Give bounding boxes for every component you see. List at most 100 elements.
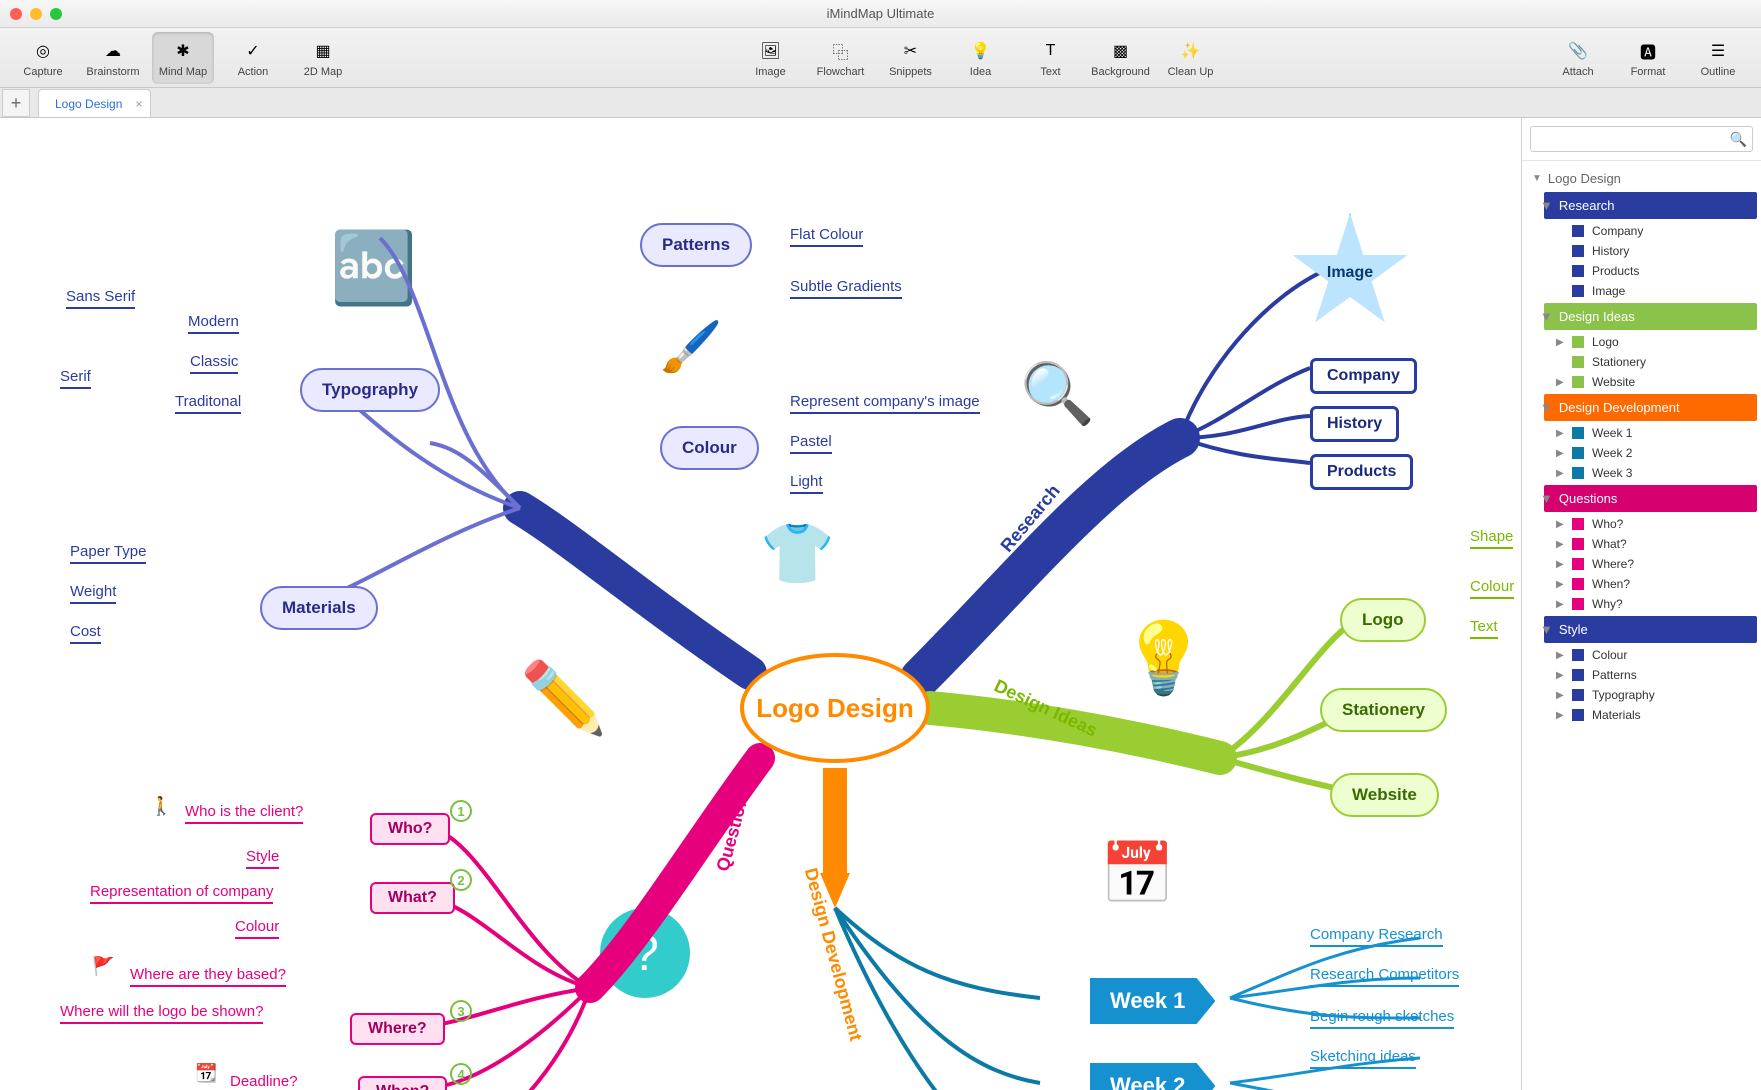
leaf-rough-sketches[interactable]: Begin rough sketches [1310, 1008, 1454, 1029]
outline-item[interactable]: ▶Week 3 [1526, 463, 1757, 483]
node-when[interactable]: When? [358, 1076, 447, 1090]
node-where[interactable]: Where? [350, 1013, 445, 1045]
outline-section-design-ideas[interactable]: ▼Design Ideas [1544, 303, 1757, 330]
toolbar-action-button[interactable]: ✓Action [222, 32, 284, 84]
toolbar-cleanup-button[interactable]: ✨Clean Up [1160, 32, 1222, 84]
leaf-logo-shape[interactable]: Shape [1470, 528, 1513, 549]
node-typography[interactable]: Typography [300, 368, 440, 412]
window-minimize-button[interactable] [30, 8, 42, 20]
central-node[interactable]: Logo Design [740, 653, 930, 763]
new-tab-button[interactable]: + [2, 89, 30, 117]
leaf-typ-trad[interactable]: Traditonal [175, 393, 241, 414]
outline-section-research[interactable]: ▼Research [1544, 192, 1757, 219]
node-patterns[interactable]: Patterns [640, 223, 752, 267]
outline-item[interactable]: ▶Patterns [1526, 665, 1757, 685]
outline-item[interactable]: Stationery [1526, 352, 1757, 372]
node-logo[interactable]: Logo [1340, 598, 1426, 642]
leaf-typ-modern[interactable]: Modern [188, 313, 239, 334]
outline-section-questions[interactable]: ▼Questions [1544, 485, 1757, 512]
node-stationery[interactable]: Stationery [1320, 688, 1447, 732]
node-what[interactable]: What? [370, 882, 455, 914]
leaf-what-rep[interactable]: Representation of company [90, 883, 273, 904]
outline-item[interactable]: ▶Week 1 [1526, 423, 1757, 443]
outline-root[interactable]: ▼Logo Design [1526, 167, 1757, 190]
node-company[interactable]: Company [1310, 358, 1417, 394]
leaf-company-research[interactable]: Company Research [1310, 926, 1443, 947]
outline-item[interactable]: ▶When? [1526, 574, 1757, 594]
outline-search-input[interactable] [1530, 126, 1753, 152]
node-website[interactable]: Website [1330, 773, 1439, 817]
toolbar-map2d-button[interactable]: ▦2D Map [292, 32, 354, 84]
toolbar-text-button[interactable]: TText [1020, 32, 1082, 84]
outline-item[interactable]: Company [1526, 221, 1757, 241]
outline-section-design-development[interactable]: ▼Design Development [1544, 394, 1757, 421]
outline-item[interactable]: ▶Website [1526, 372, 1757, 392]
leaf-col-rep[interactable]: Represent company's image [790, 393, 980, 414]
leaf-col-light[interactable]: Light [790, 473, 823, 494]
leaf-logo-colour[interactable]: Colour [1470, 578, 1514, 599]
toolbar-capture-button[interactable]: ◎Capture [12, 32, 74, 84]
leaf-what-style[interactable]: Style [246, 848, 279, 869]
toolbar-format-button[interactable]: 🅰Format [1617, 32, 1679, 84]
outline-item[interactable]: ▶Where? [1526, 554, 1757, 574]
leaf-typ-serif[interactable]: Serif [60, 368, 91, 389]
outline-item[interactable]: ▶Why? [1526, 594, 1757, 614]
leaf-where-shown[interactable]: Where will the logo be shown? [60, 1003, 263, 1024]
outline-item[interactable]: ▶Materials [1526, 705, 1757, 725]
leaf-research-competitors[interactable]: Research Competitors [1310, 966, 1459, 987]
window-close-button[interactable] [10, 8, 22, 20]
mindmap-canvas[interactable]: Logo Design Research Design Ideas Design… [0, 118, 1521, 1090]
outline-item[interactable]: ▶What? [1526, 534, 1757, 554]
num-1: 1 [450, 800, 472, 822]
toolbar-background-button[interactable]: ▩Background [1090, 32, 1152, 84]
toolbar-snippets-button[interactable]: ✂Snippets [880, 32, 942, 84]
leaf-what-colour[interactable]: Colour [235, 918, 279, 939]
chevron-right-icon: ▶ [1556, 377, 1568, 388]
leaf-when-deadline[interactable]: Deadline? [230, 1073, 298, 1090]
num-4: 4 [450, 1063, 472, 1085]
leaf-pat-grad[interactable]: Subtle Gradients [790, 278, 902, 299]
outline-item[interactable]: ▶Week 2 [1526, 443, 1757, 463]
leaf-mat-cost[interactable]: Cost [70, 623, 101, 644]
leaf-where-based[interactable]: Where are they based? [130, 966, 286, 987]
node-history[interactable]: History [1310, 406, 1399, 442]
toolbar-attach-button[interactable]: 📎Attach [1547, 32, 1609, 84]
leaf-logo-text[interactable]: Text [1470, 618, 1498, 639]
outline-item[interactable]: ▶Logo [1526, 332, 1757, 352]
outline-item[interactable]: Products [1526, 261, 1757, 281]
snippets-icon: ✂ [898, 38, 924, 64]
node-materials[interactable]: Materials [260, 586, 378, 630]
outline-item[interactable]: ▶Typography [1526, 685, 1757, 705]
leaf-col-pastel[interactable]: Pastel [790, 433, 832, 454]
toolbar-image-button[interactable]: 🖼Image [740, 32, 802, 84]
toolbar-idea-button[interactable]: 💡Idea [950, 32, 1012, 84]
node-who[interactable]: Who? [370, 813, 450, 845]
toolbar-brainstorm-button[interactable]: ☁Brainstorm [82, 32, 144, 84]
leaf-mat-weight[interactable]: Weight [70, 583, 116, 604]
leaf-mat-paper[interactable]: Paper Type [70, 543, 146, 564]
outline-item[interactable]: Image [1526, 281, 1757, 301]
node-colour[interactable]: Colour [660, 426, 759, 470]
window-maximize-button[interactable] [50, 8, 62, 20]
tab-logo-design[interactable]: Logo Design × [38, 89, 151, 117]
toolbar-mindmap-button[interactable]: ✱Mind Map [152, 32, 214, 84]
leaf-typ-sans[interactable]: Sans Serif [66, 288, 135, 309]
chevron-down-icon: ▼ [1532, 173, 1542, 184]
toolbar-outline-button[interactable]: ☰Outline [1687, 32, 1749, 84]
outline-item[interactable]: History [1526, 241, 1757, 261]
leaf-pat-flat[interactable]: Flat Colour [790, 226, 863, 247]
chevron-down-icon: ▼ [1540, 622, 1553, 637]
node-week-2[interactable]: Week 2 [1090, 1063, 1215, 1090]
node-products[interactable]: Products [1310, 454, 1413, 490]
node-week-1[interactable]: Week 1 [1090, 978, 1215, 1024]
outline-section-style[interactable]: ▼Style [1544, 616, 1757, 643]
tab-close-button[interactable]: × [135, 97, 142, 111]
leaf-who-client[interactable]: Who is the client? [185, 803, 303, 824]
leaf-sketching-ideas[interactable]: Sketching ideas [1310, 1048, 1416, 1069]
toolbar-flowchart-button[interactable]: ⿻Flowchart [810, 32, 872, 84]
outline-item[interactable]: ▶Who? [1526, 514, 1757, 534]
chevron-right-icon: ▶ [1556, 579, 1568, 590]
color-swatch [1572, 709, 1584, 721]
leaf-typ-classic[interactable]: Classic [190, 353, 238, 374]
outline-item[interactable]: ▶Colour [1526, 645, 1757, 665]
